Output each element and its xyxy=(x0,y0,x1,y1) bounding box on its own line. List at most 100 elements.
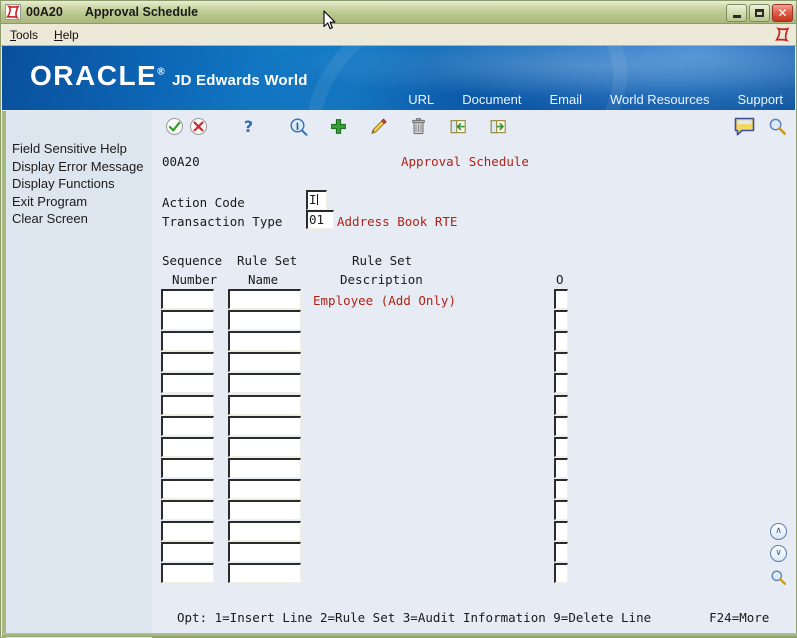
sequence-number-input[interactable] xyxy=(161,500,214,520)
banner-nav-world-resources[interactable]: World Resources xyxy=(610,92,709,107)
rule-set-name-input[interactable] xyxy=(228,542,301,563)
rule-set-name-input[interactable] xyxy=(228,415,301,436)
rule-set-name-input[interactable] xyxy=(228,373,301,394)
rule-set-name-input[interactable] xyxy=(228,500,301,520)
sidebar-item-exit-program[interactable]: Exit Program xyxy=(6,193,152,211)
rule-set-name-input[interactable] xyxy=(228,521,301,542)
menu-item-tools-label: ools xyxy=(16,27,39,42)
window-program-id: 00A20 xyxy=(26,5,63,19)
option-input[interactable] xyxy=(554,478,568,499)
col-ruleset-line1: Rule Set xyxy=(237,253,298,268)
maximize-button[interactable] xyxy=(749,4,770,22)
toolbar-right-group xyxy=(733,115,787,138)
sequence-number-input[interactable] xyxy=(161,563,214,584)
sequence-number-input[interactable] xyxy=(161,415,214,436)
jde-menu-logo xyxy=(774,26,791,43)
rule-set-description-text: Employee (Add Only) xyxy=(313,293,456,308)
sequence-number-input[interactable] xyxy=(161,542,214,563)
sequence-number-input[interactable] xyxy=(161,331,214,352)
action-code-input[interactable]: I xyxy=(306,190,327,210)
col-sequence-line1: Sequence xyxy=(162,253,223,268)
sequence-number-input[interactable] xyxy=(161,289,214,309)
info-search-icon[interactable]: i xyxy=(288,116,309,137)
minimize-button[interactable] xyxy=(726,4,747,22)
col-description-line2: Description xyxy=(340,272,423,287)
note-bubble-icon[interactable] xyxy=(733,115,756,138)
close-button[interactable]: ✕ xyxy=(772,4,793,22)
banner-nav-url[interactable]: URL xyxy=(408,92,434,107)
menu-item-help[interactable]: Help xyxy=(47,26,86,44)
transaction-type-description: Address Book RTE xyxy=(337,214,458,229)
banner-nav-support[interactable]: Support xyxy=(737,92,783,107)
page-up-button[interactable]: ∧ xyxy=(770,523,787,540)
close-icon: ✕ xyxy=(777,6,788,20)
cancel-x-icon[interactable] xyxy=(188,116,209,137)
rule-set-name-input[interactable] xyxy=(228,457,301,478)
title-bar: 00A20 Approval Schedule ✕ xyxy=(1,1,796,24)
product-name: JD Edwards World xyxy=(172,72,308,89)
status-f24-key: F24=More xyxy=(709,610,770,625)
svg-text:i: i xyxy=(296,122,300,132)
option-input[interactable] xyxy=(554,373,568,394)
delete-trash-icon[interactable] xyxy=(408,116,429,137)
sequence-number-input[interactable] xyxy=(161,352,214,373)
rule-set-name-input[interactable] xyxy=(228,352,301,373)
option-input[interactable] xyxy=(554,500,568,520)
rule-set-name-input[interactable] xyxy=(228,331,301,352)
option-input[interactable] xyxy=(554,331,568,352)
sequence-number-input[interactable] xyxy=(161,457,214,478)
window-title: Approval Schedule xyxy=(84,5,199,19)
sequence-number-input[interactable] xyxy=(161,478,214,499)
banner-nav-email[interactable]: Email xyxy=(549,92,582,107)
sidebar-item-display-error-message[interactable]: Display Error Message xyxy=(6,158,152,176)
minimize-icon xyxy=(732,15,741,18)
menu-bar: Tools Help xyxy=(1,24,796,46)
col-ruleset-line2: Name xyxy=(248,272,279,287)
sidebar-item-field-sensitive-help[interactable]: Field Sensitive Help xyxy=(6,140,152,158)
rule-set-name-input[interactable] xyxy=(228,310,301,331)
ok-check-icon[interactable] xyxy=(164,116,185,137)
banner-nav: URL Document Email World Resources Suppo… xyxy=(408,92,783,107)
sequence-number-input[interactable] xyxy=(161,521,214,542)
export-icon[interactable] xyxy=(488,116,509,137)
sequence-number-input[interactable] xyxy=(161,436,214,457)
oracle-logo: ORACLE® xyxy=(30,60,167,91)
import-icon[interactable] xyxy=(448,116,469,137)
sequence-number-input[interactable] xyxy=(161,394,214,415)
rule-set-name-input[interactable] xyxy=(228,289,301,309)
add-plus-icon[interactable] xyxy=(328,116,349,137)
sidebar-item-clear-screen[interactable]: Clear Screen xyxy=(6,210,152,228)
option-input[interactable] xyxy=(554,436,568,457)
option-input[interactable] xyxy=(554,352,568,373)
page-down-button[interactable]: ∨ xyxy=(770,545,787,562)
action-code-label: Action Code xyxy=(162,195,245,210)
transaction-type-label: Transaction Type xyxy=(162,214,283,229)
transaction-type-input[interactable]: 01 xyxy=(306,210,334,229)
help-question-icon[interactable]: ? xyxy=(238,116,259,137)
option-input[interactable] xyxy=(554,457,568,478)
option-input[interactable] xyxy=(554,521,568,542)
option-input[interactable] xyxy=(554,563,568,584)
registered-mark: ® xyxy=(157,66,167,78)
screen-id: 00A20 xyxy=(162,154,200,169)
banner-nav-document[interactable]: Document xyxy=(462,92,521,107)
rule-set-name-input[interactable] xyxy=(228,394,301,415)
oracle-banner: ORACLE® JD Edwards World URL Document Em… xyxy=(2,46,795,110)
rule-set-name-input[interactable] xyxy=(228,478,301,499)
option-input[interactable] xyxy=(554,394,568,415)
option-input[interactable] xyxy=(554,289,568,309)
option-input[interactable] xyxy=(554,310,568,331)
option-input[interactable] xyxy=(554,542,568,563)
option-input[interactable] xyxy=(554,415,568,436)
magnifier-icon[interactable] xyxy=(768,117,787,136)
sequence-number-input[interactable] xyxy=(161,310,214,331)
edit-pencil-icon[interactable] xyxy=(368,116,389,137)
find-button[interactable] xyxy=(770,569,787,589)
sidebar-item-display-functions[interactable]: Display Functions xyxy=(6,175,152,193)
sequence-number-input[interactable] xyxy=(161,373,214,394)
rule-set-name-input[interactable] xyxy=(228,436,301,457)
col-sequence-line2: Number xyxy=(172,272,218,287)
menu-item-tools[interactable]: Tools xyxy=(3,26,45,44)
col-option-header: O xyxy=(556,272,564,287)
rule-set-name-input[interactable] xyxy=(228,563,301,584)
